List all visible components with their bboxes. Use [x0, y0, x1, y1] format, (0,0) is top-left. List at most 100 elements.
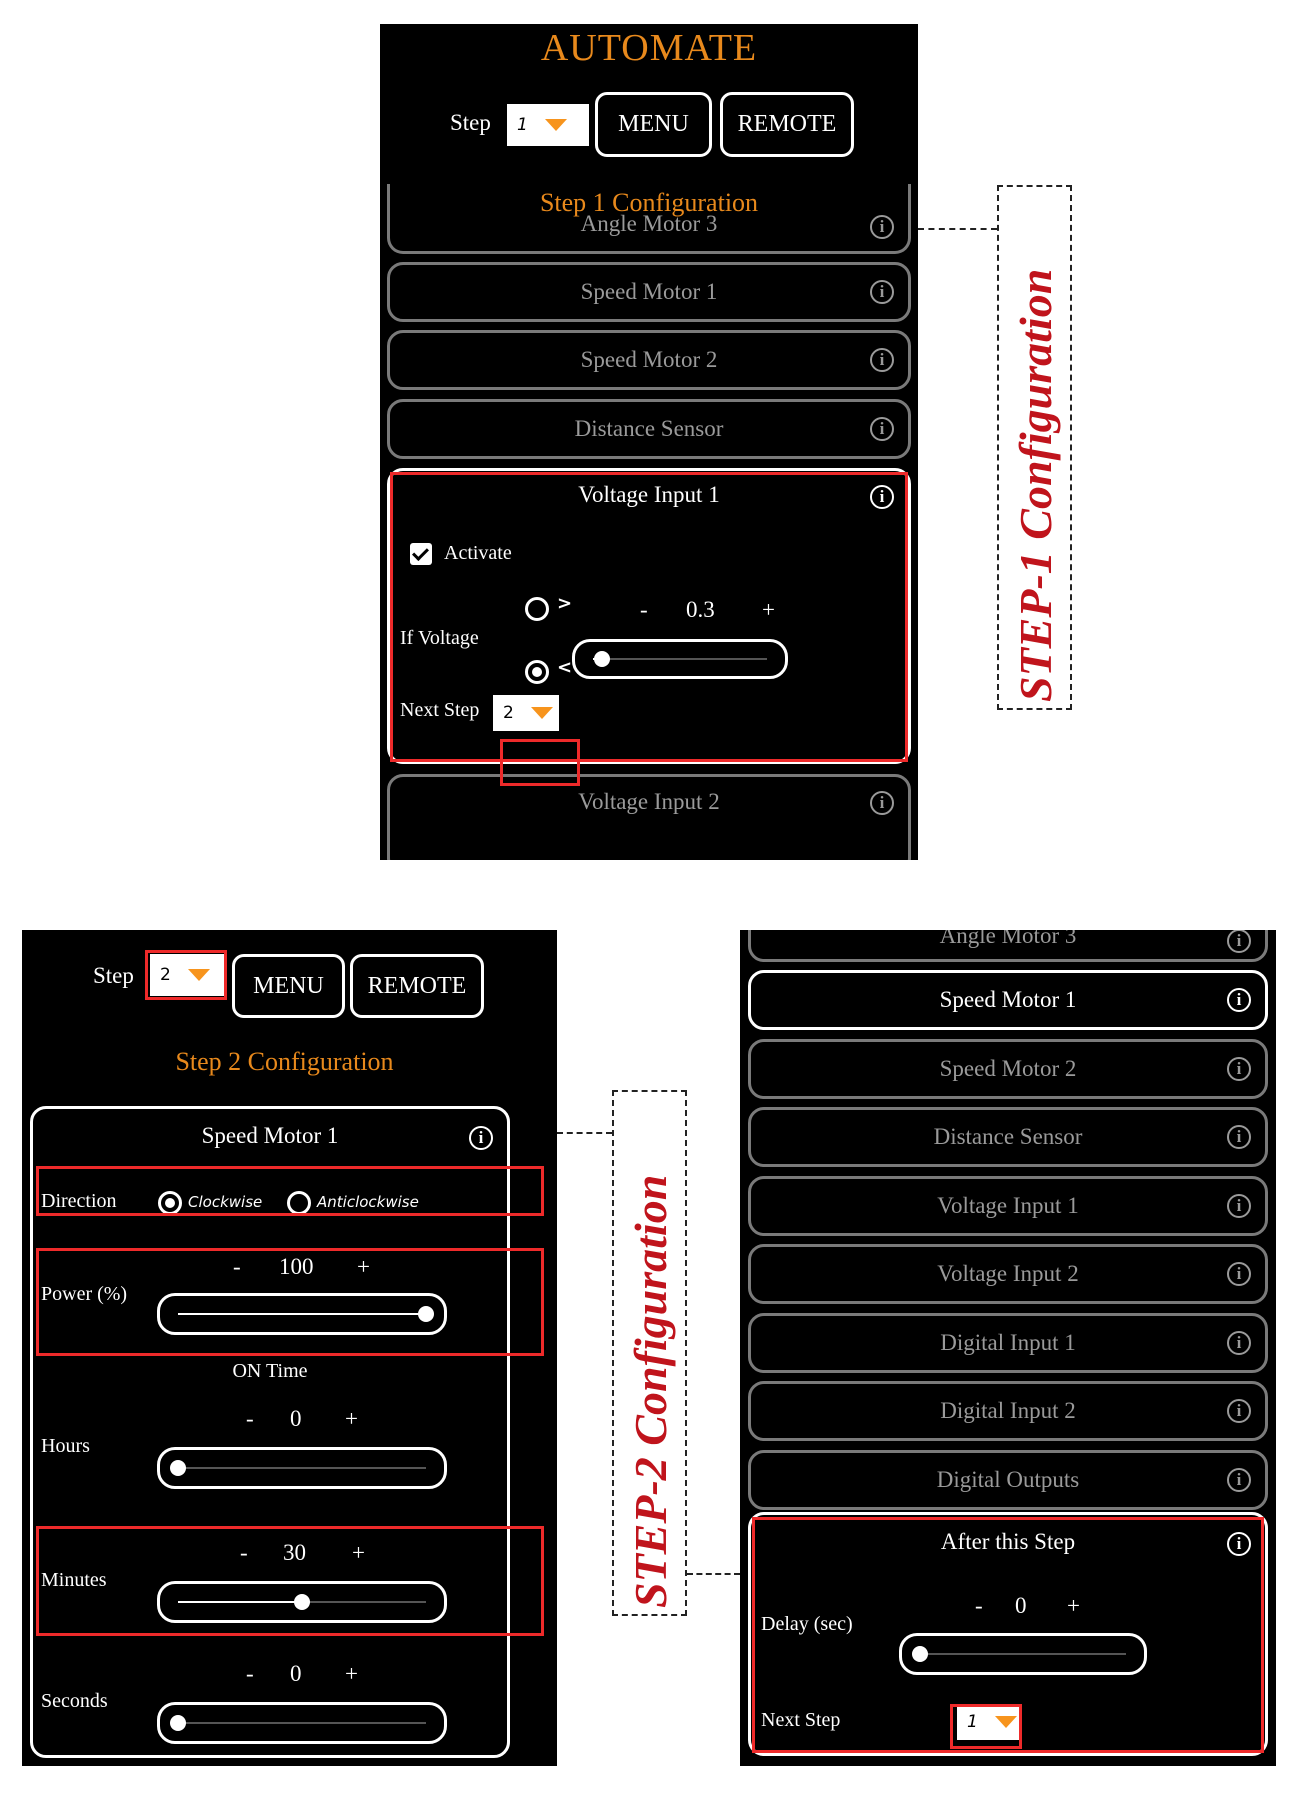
- increment-button[interactable]: +: [357, 1254, 370, 1280]
- config-item-voltage-input-2[interactable]: Voltage Input 2 i: [748, 1244, 1268, 1304]
- section-title: Speed Motor 1: [201, 1123, 339, 1148]
- dropdown-arrow-icon: [995, 1716, 1017, 1728]
- slider-thumb[interactable]: [418, 1306, 434, 1322]
- hours-slider[interactable]: [157, 1447, 447, 1489]
- config-item-speed-motor-2[interactable]: Speed Motor 2 i: [748, 1039, 1268, 1099]
- config-item-voltage-input-1[interactable]: Voltage Input 1 i: [748, 1176, 1268, 1236]
- decrement-button[interactable]: -: [233, 1254, 241, 1280]
- seconds-label: Seconds: [41, 1690, 108, 1712]
- info-icon[interactable]: i: [870, 791, 894, 815]
- config-item-digital-input-1[interactable]: Digital Input 1 i: [748, 1313, 1268, 1373]
- info-icon[interactable]: i: [870, 417, 894, 441]
- step2-callout-text: STEP-2 Configuration: [625, 1174, 676, 1608]
- increment-button[interactable]: +: [345, 1661, 358, 1687]
- increment-button[interactable]: +: [762, 597, 775, 623]
- info-icon[interactable]: i: [1227, 1125, 1251, 1149]
- minutes-label: Minutes: [41, 1569, 107, 1591]
- config-item-distance-sensor[interactable]: Distance Sensor i: [748, 1107, 1268, 1167]
- callout-connector: [918, 228, 997, 230]
- dropdown-arrow-icon: [545, 119, 567, 131]
- decrement-button[interactable]: -: [246, 1406, 254, 1432]
- anticlockwise-label: Anticlockwise: [317, 1193, 419, 1211]
- decrement-button[interactable]: -: [240, 1540, 248, 1566]
- next-step-label: Next Step: [761, 1709, 841, 1731]
- radio-anticlockwise[interactable]: [287, 1191, 311, 1215]
- hours-value: 0: [290, 1406, 302, 1431]
- menu-button[interactable]: MENU: [595, 92, 712, 157]
- config-item-angle-motor-3[interactable]: Angle Motor 3 i: [387, 184, 911, 254]
- config-item-voltage-input-2[interactable]: Voltage Input 2 i: [387, 774, 911, 860]
- radio-less-than[interactable]: [525, 660, 549, 684]
- info-icon[interactable]: i: [1227, 930, 1251, 953]
- radio-clockwise[interactable]: [158, 1191, 182, 1215]
- dropdown-arrow-icon: [531, 707, 553, 719]
- config-item-distance-sensor[interactable]: Distance Sensor i: [387, 399, 911, 459]
- hours-stepper: - 0 +: [246, 1406, 366, 1436]
- info-icon[interactable]: i: [469, 1126, 493, 1150]
- decrement-button[interactable]: -: [975, 1593, 983, 1619]
- seconds-slider[interactable]: [157, 1702, 447, 1744]
- on-time-label: ON Time: [232, 1360, 308, 1382]
- slider-thumb[interactable]: [170, 1715, 186, 1731]
- minutes-slider[interactable]: [157, 1581, 447, 1623]
- slider-thumb[interactable]: [170, 1460, 186, 1476]
- delay-slider[interactable]: [899, 1633, 1147, 1675]
- config-item-digital-outputs[interactable]: Digital Outputs i: [748, 1450, 1268, 1510]
- slider-thumb[interactable]: [593, 651, 610, 667]
- info-icon[interactable]: i: [1227, 1331, 1251, 1355]
- step-select[interactable]: 1: [507, 104, 589, 146]
- info-icon[interactable]: i: [870, 280, 894, 304]
- next-step-select[interactable]: 1: [957, 1704, 1021, 1740]
- info-icon[interactable]: i: [870, 485, 894, 509]
- activate-checkbox[interactable]: [410, 543, 432, 565]
- step2-screen: Step 2 MENU REMOTE Step 2 Configuration …: [22, 930, 557, 1766]
- remote-button[interactable]: REMOTE: [350, 954, 484, 1018]
- info-icon[interactable]: i: [1227, 1468, 1251, 1492]
- step-select[interactable]: 2: [150, 954, 224, 996]
- activate-label: Activate: [444, 542, 512, 564]
- radio-greater-than[interactable]: [525, 597, 549, 621]
- item-label: Speed Motor 2: [580, 347, 718, 372]
- step-select-value: 1: [517, 115, 528, 135]
- info-icon[interactable]: i: [1227, 1262, 1251, 1286]
- info-icon[interactable]: i: [1227, 1532, 1251, 1556]
- info-icon[interactable]: i: [1227, 988, 1251, 1012]
- increment-button[interactable]: +: [345, 1406, 358, 1432]
- item-label: Speed Motor 1: [939, 987, 1077, 1012]
- config-item-speed-motor-1[interactable]: Speed Motor 1 i: [748, 970, 1268, 1030]
- config-item-speed-motor-2[interactable]: Speed Motor 2 i: [387, 330, 911, 390]
- item-label: Digital Input 2: [940, 1398, 1076, 1423]
- next-step-select[interactable]: 2: [493, 695, 559, 731]
- config-item-angle-motor-3[interactable]: Angle Motor 3 i: [748, 930, 1268, 962]
- decrement-button[interactable]: -: [246, 1661, 254, 1687]
- next-step-value: 2: [503, 703, 514, 723]
- info-icon[interactable]: i: [870, 215, 894, 239]
- item-label: Digital Outputs: [936, 1467, 1080, 1492]
- slider-thumb[interactable]: [294, 1594, 310, 1610]
- slider-thumb[interactable]: [912, 1646, 928, 1662]
- menu-button[interactable]: MENU: [232, 954, 345, 1018]
- remote-button[interactable]: REMOTE: [720, 92, 854, 157]
- info-icon[interactable]: i: [1227, 1399, 1251, 1423]
- seconds-stepper: - 0 +: [246, 1661, 366, 1691]
- power-slider[interactable]: [157, 1293, 447, 1335]
- config-item-digital-input-2[interactable]: Digital Input 2 i: [748, 1381, 1268, 1441]
- increment-button[interactable]: +: [352, 1540, 365, 1566]
- delay-label: Delay (sec): [761, 1613, 853, 1635]
- app-title: AUTOMATE: [540, 27, 758, 69]
- increment-button[interactable]: +: [1067, 1593, 1080, 1619]
- item-label: Voltage Input 1: [937, 1193, 1079, 1218]
- item-label: Voltage Input 2: [578, 789, 720, 814]
- info-icon[interactable]: i: [1227, 1057, 1251, 1081]
- config-item-speed-motor-1[interactable]: Speed Motor 1 i: [387, 262, 911, 322]
- voltage-slider[interactable]: [572, 639, 788, 679]
- config-title: Step 2 Configuration: [175, 1047, 394, 1076]
- hours-label: Hours: [41, 1435, 90, 1457]
- item-label: Digital Input 1: [940, 1330, 1076, 1355]
- info-icon[interactable]: i: [1227, 1194, 1251, 1218]
- minutes-value: 30: [283, 1540, 306, 1565]
- info-icon[interactable]: i: [870, 348, 894, 372]
- step-label: Step: [93, 963, 134, 988]
- decrement-button[interactable]: -: [640, 597, 648, 623]
- step-label: Step: [450, 110, 491, 135]
